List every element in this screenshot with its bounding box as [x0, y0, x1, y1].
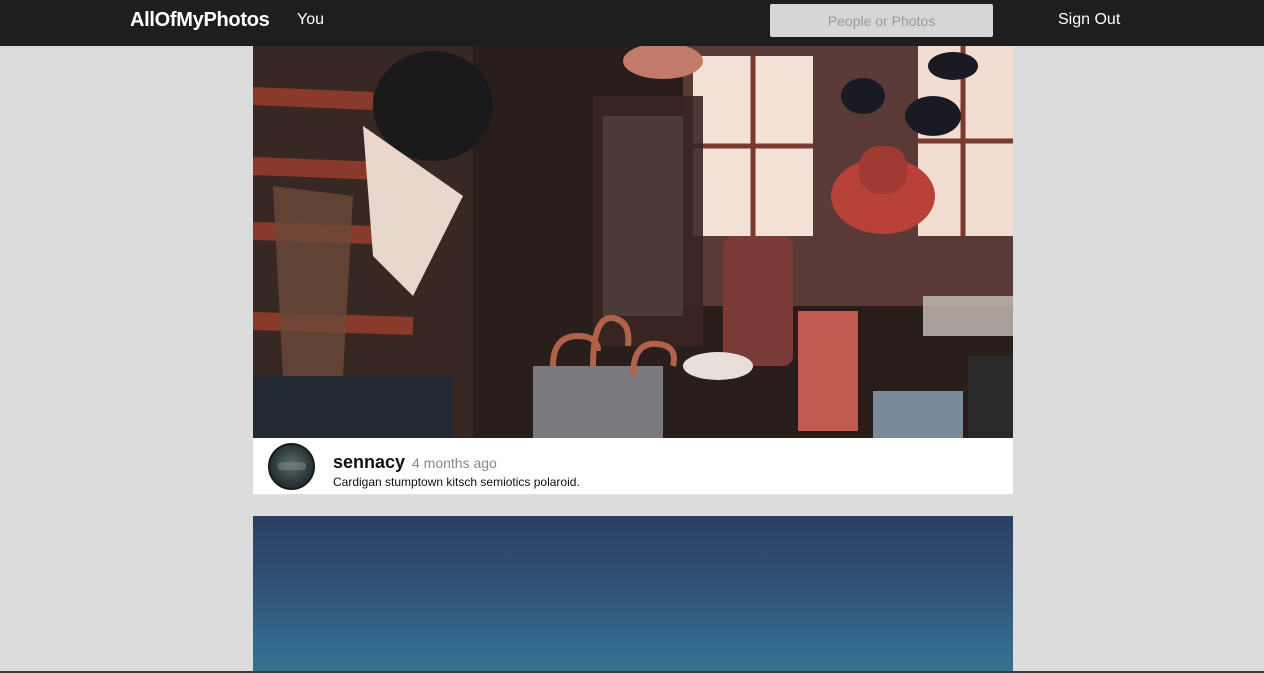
- post-meta: sennacy 4 months ago Cardigan stumptown …: [253, 438, 1013, 495]
- nav-you-link[interactable]: You: [297, 11, 324, 29]
- search-input[interactable]: [770, 4, 993, 37]
- post-caption: Cardigan stumptown kitsch semiotics pola…: [333, 475, 580, 489]
- user-avatar[interactable]: [268, 443, 315, 490]
- top-navigation-bar: AllOfMyPhotos You Sign Out: [0, 0, 1264, 46]
- post-timestamp: 4 months ago: [412, 455, 497, 471]
- post-photo[interactable]: [253, 46, 1013, 438]
- sign-out-link[interactable]: Sign Out: [1058, 11, 1120, 29]
- post-photo[interactable]: [253, 516, 1013, 673]
- photo-post: sennacy 4 months ago Cardigan stumptown …: [253, 46, 1013, 495]
- post-username-link[interactable]: sennacy: [333, 452, 405, 473]
- brand-logo-link[interactable]: AllOfMyPhotos: [130, 9, 270, 32]
- photo-post: [253, 516, 1013, 673]
- photo-feed: sennacy 4 months ago Cardigan stumptown …: [253, 46, 1013, 673]
